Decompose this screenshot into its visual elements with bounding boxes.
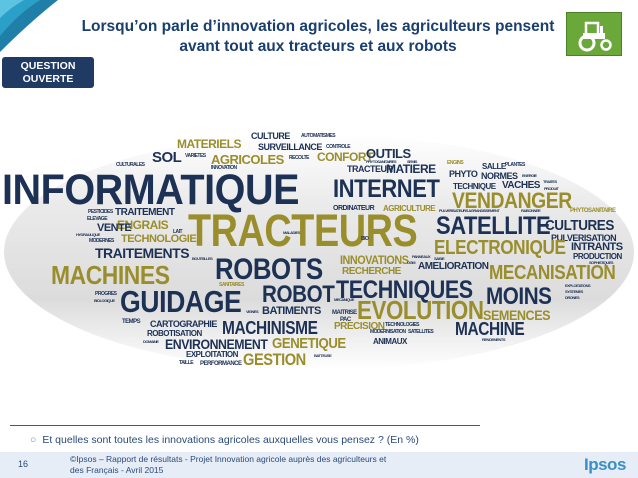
word-tracteurs: TRACTEURS (188, 205, 418, 256)
word-culture: CULTURE (251, 131, 290, 141)
word-vendanger: VENDANGER (452, 188, 572, 213)
question-text-label: Et quelles sont toutes les innovations a… (42, 434, 419, 446)
word-traitement: TRAITEMENT (115, 207, 175, 218)
word-maladies: MALADIES (283, 230, 300, 235)
tractor-icon-box (566, 12, 622, 56)
word-maitrise: MAITRISE (332, 310, 357, 316)
word-saisie: SAISIE (434, 256, 445, 261)
question-badge-line1: QUESTION (20, 60, 76, 72)
word-energie: ENERGIE (522, 173, 537, 178)
word-batteuse: BATTEUSE (314, 353, 332, 358)
tractor-icon (578, 21, 612, 52)
word-cartographie: CARTOGRAPHIE (150, 319, 217, 329)
word-technologies: TECHNOLOGIES (385, 322, 420, 328)
word-vignes: VIGNES (246, 309, 259, 314)
word-traites: TRAITES (543, 179, 557, 184)
slide-title: Lorsqu’on parle d’innovation agricoles, … (81, 18, 555, 55)
word-recolte: RECOLTE (289, 155, 310, 161)
word-innovations: INNOVATIONS (340, 253, 409, 267)
word-confort: CONFORT (317, 150, 373, 164)
word-batiments: BATIMENTS (262, 305, 321, 317)
word-mecanique: MECANIQUE (334, 297, 354, 302)
word-systemes: SYSTEMES (565, 289, 583, 294)
word-satellite: SATELLITE (436, 212, 551, 240)
word-modernisation: MODERNISATION (370, 329, 406, 335)
ipsos-logo: Ipsos (584, 455, 626, 474)
page-number: 16 (18, 459, 29, 469)
word-panneaux: PANNEAUX (412, 254, 431, 259)
word-robot: ROBOT (262, 281, 335, 308)
word-progres: PROGRES (95, 291, 117, 297)
word-rendements: RENDEMENTS (482, 337, 506, 342)
word-pesticides: PESTICIDES (88, 209, 113, 215)
word-phyto: PHYTO (449, 169, 478, 179)
question-badge-line2: OUVERTE (22, 73, 74, 85)
word-taille: TAILLE (179, 360, 194, 366)
word-plantes: PLANTES (505, 162, 525, 168)
word-mecanisation: MECANISATION (489, 262, 616, 284)
word-gestion: GESTION (243, 350, 306, 369)
corner-swoosh-decoration (0, 0, 58, 52)
word-hydraulique: HYDRAULIQUE (76, 232, 100, 237)
word-satellites: SATELLITES (408, 329, 434, 335)
bullet-circle-icon: ○ (30, 434, 37, 446)
word-traitements: TRAITEMENTS (95, 245, 190, 261)
question-type-badge: QUESTION OUVERTE (2, 57, 94, 88)
word-animaux: ANIMAUX (373, 337, 407, 346)
word-modernes: MODERNES (89, 238, 114, 244)
word-cloud: CULTURE AUTOMATISMES MATERIELS SURVEILLA… (0, 126, 638, 376)
copyright-text: ©Ipsos – Rapport de résultats - Projet I… (70, 454, 387, 475)
word-bio: BIO (361, 236, 369, 242)
word-machine: MACHINE (455, 319, 525, 339)
footer-divider (10, 425, 480, 426)
word-temps: TEMPS (122, 319, 141, 325)
word-technologie: TECHNOLOGIE (121, 233, 197, 245)
word-engins: ENGINS (447, 160, 464, 166)
word-moins: MOINS (486, 283, 552, 310)
word-matiere: MATIERE (386, 162, 436, 176)
word-exploitations: EXPLOITATIONS (565, 283, 591, 288)
word-salle: SALLE (482, 162, 506, 171)
word-performance: PERFORMANCE (200, 361, 242, 367)
word-exploitation: EXPLOITATION (186, 350, 238, 359)
word-internet: INTERNET (333, 175, 440, 203)
word-materiels: MATERIELS (177, 137, 241, 151)
word-genetique: GENETIQUE (272, 335, 346, 352)
word-environnement: ENVIRONNEMENT (165, 336, 268, 352)
word-domaine: DOMAINE (143, 339, 159, 344)
word-drones: DRONES (565, 295, 580, 300)
word-electronique: ELECTRONIQUE (434, 237, 566, 259)
word-ogm: OGM (407, 260, 416, 265)
word-phytosanitaire: PHYTOSANITAIRE (570, 208, 616, 214)
word-guidage: GUIDAGE (120, 284, 242, 319)
word-biologique: BIOLOGIQUE (94, 298, 115, 303)
word-surveillance: SURVEILLANCE (258, 142, 322, 152)
word-automatismes: AUTOMATISMES (301, 133, 336, 139)
word-amelioration: AMELIORATION (418, 261, 489, 272)
word-varietes: VARIETES (185, 153, 206, 159)
word-cultures: CULTURES (545, 217, 614, 234)
word-sol: SOL (152, 149, 182, 166)
question-text: ○ Et quelles sont toutes les innovations … (30, 434, 419, 446)
word-bouteilles: BOUTEILLES (192, 256, 213, 261)
